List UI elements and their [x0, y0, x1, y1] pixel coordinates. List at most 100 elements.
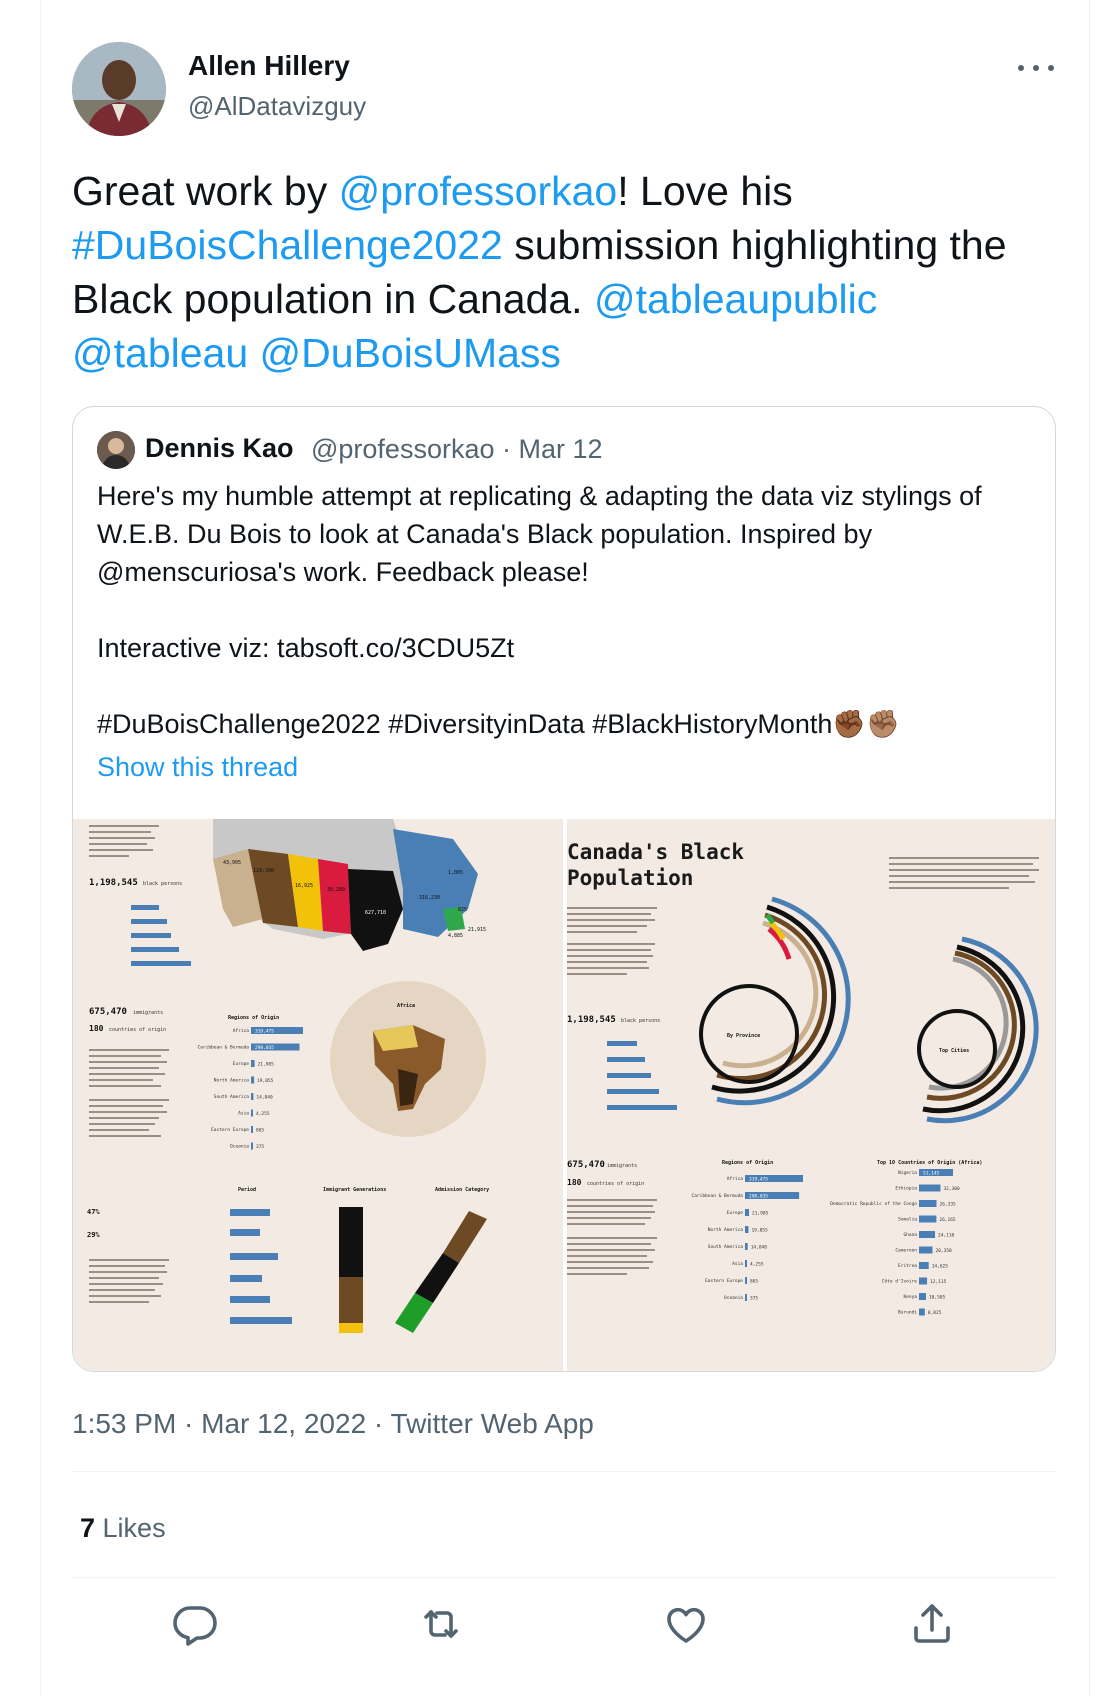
country-bar — [919, 1184, 941, 1192]
dashboard-title-line1: Canada's Black — [567, 840, 744, 864]
region-bar — [745, 1294, 747, 1301]
region-value: 14,840 — [256, 1095, 273, 1101]
country-bar — [919, 1293, 926, 1300]
region-bar — [745, 1243, 748, 1250]
country-bar — [919, 1231, 936, 1238]
region-label: North America — [708, 1227, 744, 1233]
region-value: 319,475 — [255, 1029, 274, 1035]
country-label: Cameroon — [895, 1248, 917, 1254]
quoted-media[interactable]: 43,905 129,390 16,925 39,280 627,710 316… — [73, 819, 1055, 1371]
country-value: 32,300 — [943, 1186, 960, 1192]
map-value-7: 4,885 — [448, 933, 463, 939]
top-countries-title: Top 10 Countries of Origin (Africa) — [877, 1160, 982, 1166]
region-label: Caribbean & Bermuda — [198, 1045, 250, 1051]
regions-title-2: Regions of Origin — [722, 1160, 773, 1166]
total-black-persons-2: 1,198,545 — [567, 1015, 616, 1025]
total-black-persons-label-2: black persons — [621, 1018, 660, 1024]
region-bars-left: Africa 319,475 Caribbean & Bermuda 298,035 E… — [198, 1027, 303, 1150]
country-label: Ghana — [903, 1232, 917, 1238]
fist-emoji: ✊🏾✊🏽 — [832, 709, 900, 739]
region-value: 19,055 — [257, 1078, 274, 1084]
author-avatar-image — [72, 42, 166, 136]
tweet-timestamp[interactable]: 1:53 PM · Mar 12, 2022 · Twitter Web App — [72, 1408, 594, 1440]
quoted-author-handle[interactable]: @professorkao · Mar 12 — [311, 434, 603, 465]
map-value-3: 39,280 — [327, 887, 345, 893]
map-value-2: 16,925 — [295, 883, 313, 889]
region-label: South America — [708, 1244, 744, 1250]
region-bar — [745, 1209, 749, 1216]
region-label: North America — [214, 1078, 250, 1084]
region-label: Europe — [233, 1061, 250, 1067]
region-value: 21,985 — [752, 1211, 769, 1217]
region-value: 865 — [750, 1279, 758, 1285]
country-bar — [919, 1308, 925, 1316]
map-value-6: 825 — [458, 907, 467, 913]
region-value: 14,840 — [751, 1245, 768, 1251]
share-icon — [914, 1604, 950, 1643]
period-title: Period — [238, 1187, 256, 1193]
top-countries-bars: Nigeria 51,145 Ethiopia 32,300 Democratic Re… — [830, 1169, 960, 1316]
region-value: 319,475 — [749, 1177, 768, 1183]
region-bar — [745, 1226, 749, 1233]
retweet-icon — [424, 1610, 458, 1638]
region-value: 298,035 — [749, 1194, 768, 1200]
more-options-button[interactable] — [1016, 52, 1056, 82]
media-image-dashboard-1[interactable]: 43,905 129,390 16,925 39,280 627,710 316… — [73, 819, 563, 1371]
country-bar — [919, 1246, 933, 1254]
region-bar — [251, 1142, 253, 1150]
mention-link[interactable]: @professorkao — [339, 168, 618, 214]
media-image-dashboard-2[interactable]: Canada's Black Population By Province To… — [567, 819, 1055, 1371]
country-value: 24,110 — [938, 1233, 955, 1239]
countries-label: countries of origin — [109, 1027, 166, 1033]
quoted-author-avatar[interactable] — [97, 431, 135, 469]
map-value-8: 21,915 — [468, 927, 486, 933]
mention-link[interactable]: @tableaupublic — [594, 276, 877, 322]
africa-title: Africa — [397, 1003, 415, 1009]
region-value: 4,255 — [256, 1111, 270, 1117]
region-label: Asia — [238, 1111, 249, 1117]
country-value: 10,505 — [929, 1295, 946, 1301]
country-bar — [919, 1277, 928, 1285]
author-handle[interactable]: @AlDatavizguy — [188, 91, 366, 122]
region-bar — [251, 1126, 253, 1133]
region-bars-right: Africa 319,475 Caribbean & Bermuda 298,035 E… — [692, 1175, 803, 1302]
quoted-author-name[interactable]: Dennis Kao — [145, 433, 294, 464]
region-bar — [251, 1093, 254, 1100]
mention-link[interactable]: @DuBoisUMass — [260, 330, 561, 376]
likes-count[interactable]: 7 Likes — [80, 1513, 166, 1544]
region-label: Oceania — [724, 1295, 743, 1301]
author-name[interactable]: Allen Hillery — [188, 50, 350, 82]
region-label: Caribbean & Bermuda — [692, 1193, 744, 1199]
region-value: 21,985 — [258, 1062, 275, 1068]
show-thread-link[interactable]: Show this thread — [97, 752, 298, 783]
tweet-text: Great work by @professorkao! Love his #D… — [72, 168, 1007, 376]
author-avatar[interactable] — [72, 42, 166, 136]
country-label: Burundi — [898, 1310, 917, 1316]
reply-icon — [173, 1606, 217, 1646]
country-label: Somalia — [898, 1217, 917, 1223]
dashboard-title-line2: Population — [567, 866, 693, 890]
region-label: Oceania — [230, 1144, 249, 1150]
country-value: 14,625 — [932, 1264, 949, 1270]
dashboard-2-graphic: Canada's Black Population By Province To… — [567, 840, 1039, 1316]
quoted-tweet[interactable]: Dennis Kao @professorkao · Mar 12 Here's… — [72, 406, 1056, 1372]
like-button[interactable] — [662, 1600, 710, 1648]
mention-link[interactable]: @tableau — [72, 330, 248, 376]
region-value: 19,055 — [751, 1228, 768, 1234]
region-label: Asia — [732, 1261, 743, 1267]
region-value: 865 — [256, 1128, 264, 1134]
hashtag-link[interactable]: #DuBoisChallenge2022 — [72, 222, 503, 268]
reply-button[interactable] — [171, 1600, 219, 1648]
region-bar — [251, 1076, 255, 1084]
country-bar — [919, 1215, 937, 1223]
retweet-button[interactable] — [417, 1600, 465, 1648]
share-button[interactable] — [908, 1600, 956, 1648]
total-black-persons: 1,198,545 — [89, 878, 138, 888]
divider — [72, 1471, 1056, 1472]
pct-refugees: 29% — [87, 1231, 100, 1239]
country-label: Côte d'Ivoire — [882, 1278, 918, 1285]
countries-label-2: countries of origin — [587, 1181, 644, 1187]
countries-count-2: 180 — [567, 1178, 582, 1187]
region-bar — [251, 1109, 253, 1117]
region-value: 375 — [750, 1296, 758, 1302]
